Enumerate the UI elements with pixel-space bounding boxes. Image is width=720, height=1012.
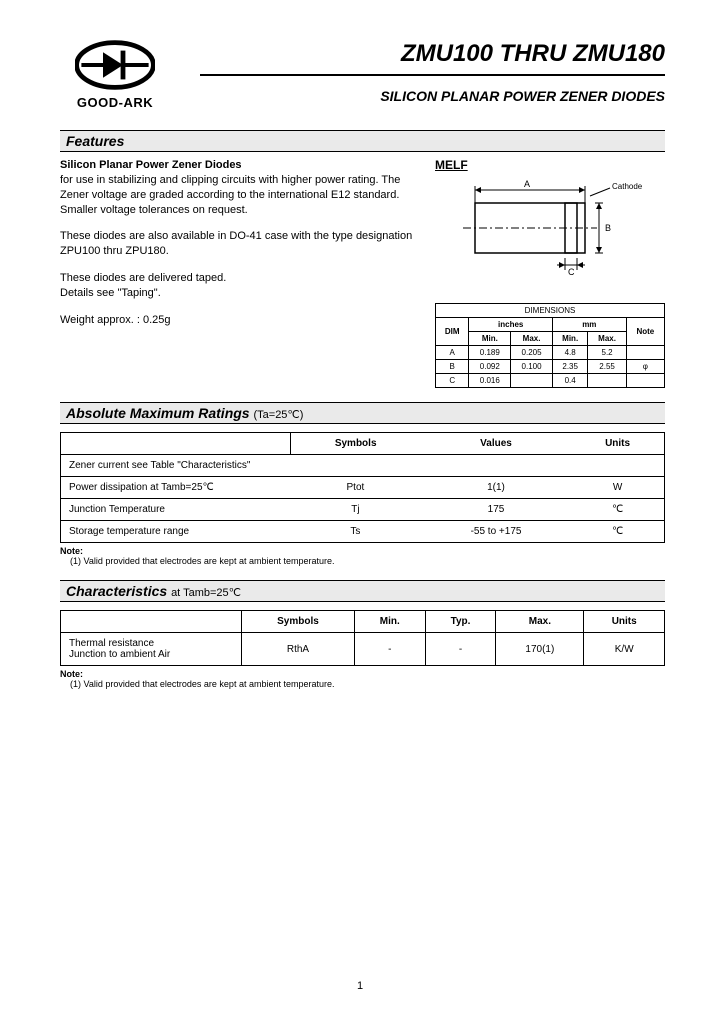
features-p3: These diodes are delivered taped. Detail… [60, 271, 423, 301]
features-row: Silicon Planar Power Zener Diodes for us… [60, 158, 665, 388]
melf-block: MELF A Cathode Mark B [435, 158, 665, 388]
package-drawing: A Cathode Mark B C [435, 178, 645, 278]
char-col-max: Max. [496, 611, 584, 633]
dim-col-max2: Max. [588, 332, 626, 346]
dim-title: DIMENSIONS [436, 304, 665, 318]
char-note: Note: (1) Valid provided that electrodes… [60, 669, 665, 689]
features-lead: Silicon Planar Power Zener Diodes [60, 159, 242, 171]
dim-col-dim: DIM [436, 318, 469, 346]
header: GOOD-ARK ZMU100 THRU ZMU180 SILICON PLAN… [60, 40, 665, 110]
amr-col-values: Values [421, 433, 571, 455]
char-col-param [61, 611, 242, 633]
amr-table: Symbols Values Units Zener current see T… [60, 432, 665, 543]
dim-b-label: B [605, 223, 611, 233]
table-row: Storage temperature range Ts -55 to +175… [61, 521, 665, 543]
table-row: Junction Temperature Tj 175 ℃ [61, 499, 665, 521]
page: GOOD-ARK ZMU100 THRU ZMU180 SILICON PLAN… [0, 0, 720, 1012]
page-title: ZMU100 THRU ZMU180 [200, 40, 665, 68]
features-heading-text: Features [66, 133, 124, 149]
features-p1: for use in stabilizing and clipping circ… [60, 174, 400, 216]
table-row: A 0.189 0.205 4.8 5.2 [436, 346, 665, 360]
char-col-typ: Typ. [425, 611, 496, 633]
char-col-symbols: Symbols [242, 611, 355, 633]
features-text: Silicon Planar Power Zener Diodes for us… [60, 158, 435, 388]
table-row: B 0.092 0.100 2.35 2.55 φ [436, 360, 665, 374]
dim-col-max1: Max. [511, 332, 553, 346]
char-col-min: Min. [354, 611, 425, 633]
brand-name: GOOD-ARK [60, 95, 170, 110]
table-row: Thermal resistance Junction to ambient A… [61, 633, 665, 666]
dim-a-label: A [524, 179, 530, 189]
table-row: Zener current see Table "Characteristics… [61, 455, 665, 477]
title-block: ZMU100 THRU ZMU180 SILICON PLANAR POWER … [170, 40, 665, 104]
page-subtitle: SILICON PLANAR POWER ZENER DIODES [200, 88, 665, 104]
features-p4: Weight approx. : 0.25g [60, 313, 423, 328]
char-note-text: (1) Valid provided that electrodes are k… [70, 679, 334, 689]
table-row: Power dissipation at Tamb=25℃ Ptot 1(1) … [61, 477, 665, 499]
table-row: C 0.016 0.4 [436, 374, 665, 388]
amr-heading-text: Absolute Maximum Ratings [66, 405, 250, 421]
cathode-mark-label: Cathode Mark [612, 182, 645, 191]
amr-col-units: Units [571, 433, 664, 455]
melf-label: MELF [435, 158, 665, 172]
char-table: Symbols Min. Typ. Max. Units Thermal res… [60, 610, 665, 666]
dim-col-min2: Min. [552, 332, 588, 346]
char-note-label: Note: [60, 669, 83, 679]
char-col-units: Units [584, 611, 665, 633]
char-heading: Characteristics at Tamb=25℃ [60, 580, 665, 602]
logo-block: GOOD-ARK [60, 40, 170, 110]
amr-col-param [61, 433, 291, 455]
amr-cond: (Ta=25℃) [253, 409, 303, 421]
dim-col-note: Note [626, 318, 664, 346]
char-heading-text: Characteristics [66, 583, 167, 599]
amr-note-text: (1) Valid provided that electrodes are k… [70, 556, 334, 566]
title-rule [200, 74, 665, 76]
diode-logo-icon [75, 40, 155, 90]
dim-col-min1: Min. [469, 332, 511, 346]
dim-col-inches: inches [469, 318, 552, 332]
dim-col-mm: mm [552, 318, 626, 332]
amr-heading: Absolute Maximum Ratings (Ta=25℃) [60, 402, 665, 424]
char-cond: at Tamb=25℃ [171, 587, 241, 599]
page-number: 1 [357, 980, 363, 992]
features-p2: These diodes are also available in DO-41… [60, 229, 423, 259]
amr-col-symbols: Symbols [290, 433, 421, 455]
amr-note-label: Note: [60, 546, 83, 556]
dim-c-label: C [568, 267, 575, 277]
amr-note: Note: (1) Valid provided that electrodes… [60, 546, 665, 566]
dimensions-table: DIMENSIONS DIM inches mm Note Min. Max. … [435, 303, 665, 388]
features-heading: Features [60, 130, 665, 152]
